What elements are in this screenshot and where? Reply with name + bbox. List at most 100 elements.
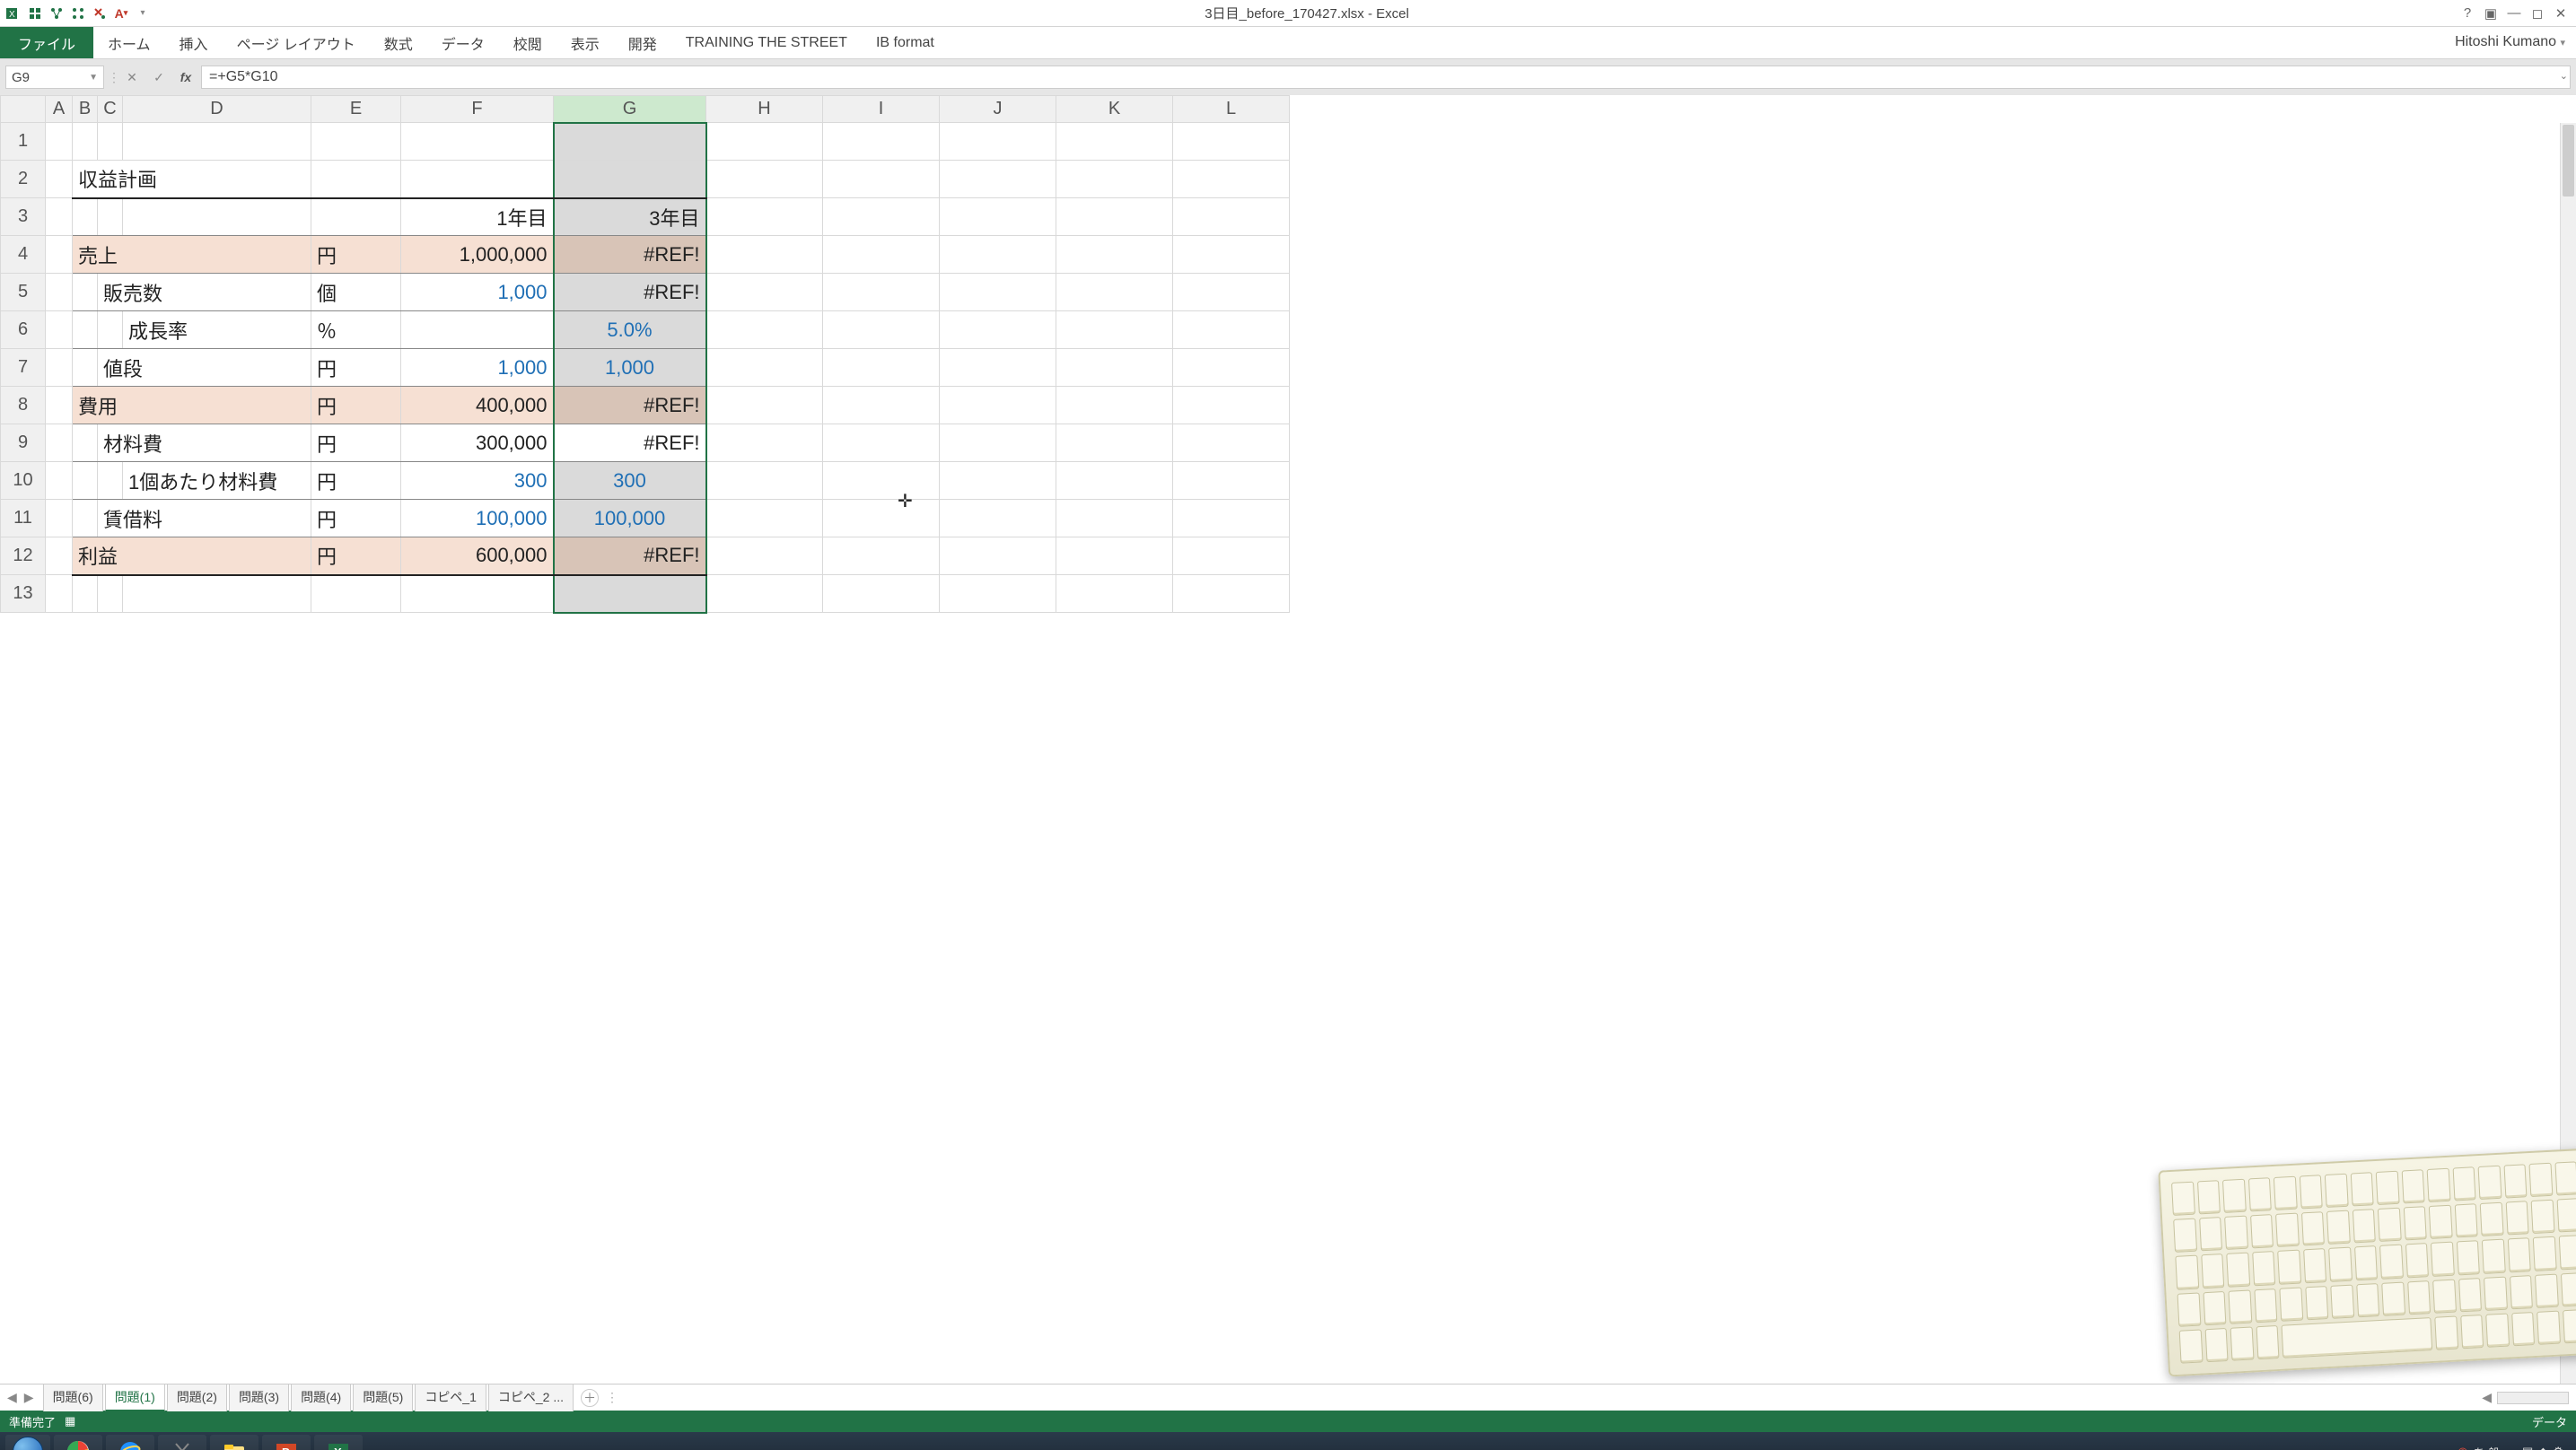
col-header-J[interactable]: J (940, 96, 1056, 123)
chevron-down-icon[interactable]: ▼ (89, 73, 98, 83)
cell-F9[interactable]: 300,000 (401, 424, 554, 462)
cell-K3[interactable] (1056, 198, 1173, 236)
cell-G2[interactable] (554, 161, 706, 198)
cell-F7[interactable]: 1,000 (401, 349, 554, 387)
sheet-tab-3[interactable]: 問題(3) (229, 1384, 289, 1411)
hscroll-left-icon[interactable]: ◀ (2482, 1390, 2492, 1405)
cell-J6[interactable] (940, 311, 1056, 349)
cell-L12[interactable] (1173, 537, 1290, 575)
cell-I9[interactable] (823, 424, 940, 462)
font-color-icon[interactable]: A▾ (113, 5, 129, 22)
tab-file[interactable]: ファイル (0, 27, 93, 58)
cell-D10[interactable]: 1個あたり材料費 (123, 462, 311, 500)
add-sheet-icon[interactable]: ＋ (581, 1389, 599, 1407)
sheet-tab-6[interactable]: コピペ_1 (415, 1384, 486, 1411)
sheet-tab-1[interactable]: 問題(1) (105, 1384, 165, 1411)
cell-E3[interactable] (311, 198, 401, 236)
cell-E8[interactable]: 円 (311, 387, 401, 424)
qat-icon-1[interactable] (27, 5, 43, 22)
cell-J7[interactable] (940, 349, 1056, 387)
sheet-tab-4[interactable]: 問題(4) (291, 1384, 351, 1411)
taskbar-chrome[interactable] (54, 1435, 102, 1450)
cancel-formula-icon[interactable]: ✕ (120, 66, 144, 89)
cell-I1[interactable] (823, 123, 940, 161)
cell-J8[interactable] (940, 387, 1056, 424)
cell-G6[interactable]: 5.0% (554, 311, 706, 349)
cell-I12[interactable] (823, 537, 940, 575)
cell-H2[interactable] (706, 161, 823, 198)
macro-record-icon[interactable]: ▦ (65, 1414, 75, 1428)
cell-B1[interactable] (73, 123, 98, 161)
tab-view[interactable]: 表示 (556, 27, 614, 58)
cell-L8[interactable] (1173, 387, 1290, 424)
tab-formulas[interactable]: 数式 (370, 27, 427, 58)
cell-K11[interactable] (1056, 500, 1173, 537)
cell-H9[interactable] (706, 424, 823, 462)
cell-K7[interactable] (1056, 349, 1173, 387)
start-button[interactable] (5, 1435, 50, 1450)
cell-B4[interactable]: 売上 (73, 236, 311, 274)
cell-G5[interactable]: #REF! (554, 274, 706, 311)
cell-L13[interactable] (1173, 575, 1290, 613)
cell-C10[interactable] (98, 462, 123, 500)
cell-G10[interactable]: 300 (554, 462, 706, 500)
cell-G4[interactable]: #REF! (554, 236, 706, 274)
cell-I2[interactable] (823, 161, 940, 198)
cell-G1[interactable] (554, 123, 706, 161)
tray-icon-3[interactable]: ▤ (2522, 1445, 2533, 1450)
cell-J10[interactable] (940, 462, 1056, 500)
cell-F1[interactable] (401, 123, 554, 161)
cell-I7[interactable] (823, 349, 940, 387)
cell-H12[interactable] (706, 537, 823, 575)
cell-B9[interactable] (73, 424, 98, 462)
cell-F5[interactable]: 1,000 (401, 274, 554, 311)
tray-icon-5[interactable]: ⚙ (2553, 1445, 2563, 1450)
cell-H1[interactable] (706, 123, 823, 161)
cell-I6[interactable] (823, 311, 940, 349)
cell-E9[interactable]: 円 (311, 424, 401, 462)
cell-E12[interactable]: 円 (311, 537, 401, 575)
cell-D6[interactable]: 成長率 (123, 311, 311, 349)
tab-insert[interactable]: 挿入 (165, 27, 223, 58)
row-header-13[interactable]: 13 (1, 575, 46, 613)
cell-A11[interactable] (46, 500, 73, 537)
cell-E1[interactable] (311, 123, 401, 161)
cell-K4[interactable] (1056, 236, 1173, 274)
col-header-C[interactable]: C (98, 96, 123, 123)
cell-C9[interactable]: 材料費 (98, 424, 311, 462)
cell-A12[interactable] (46, 537, 73, 575)
cell-K9[interactable] (1056, 424, 1173, 462)
cell-I3[interactable] (823, 198, 940, 236)
cell-C3[interactable] (98, 198, 123, 236)
sheet-tab-0[interactable]: 問題(6) (43, 1384, 103, 1411)
cell-A4[interactable] (46, 236, 73, 274)
cell-I5[interactable] (823, 274, 940, 311)
row-header-4[interactable]: 4 (1, 236, 46, 274)
ribbon-display-icon[interactable]: ▣ (2481, 5, 2501, 22)
row-header-5[interactable]: 5 (1, 274, 46, 311)
cell-A9[interactable] (46, 424, 73, 462)
cell-L1[interactable] (1173, 123, 1290, 161)
cell-E5[interactable]: 個 (311, 274, 401, 311)
cell-H7[interactable] (706, 349, 823, 387)
cell-K8[interactable] (1056, 387, 1173, 424)
cell-F6[interactable] (401, 311, 554, 349)
insert-function-icon[interactable]: fx (174, 66, 197, 89)
col-header-D[interactable]: D (123, 96, 311, 123)
cell-H6[interactable] (706, 311, 823, 349)
sheet-tab-2[interactable]: 問題(2) (167, 1384, 227, 1411)
select-all-corner[interactable] (1, 96, 46, 123)
row-header-6[interactable]: 6 (1, 311, 46, 349)
cell-K6[interactable] (1056, 311, 1173, 349)
cell-G13[interactable] (554, 575, 706, 613)
tab-ib[interactable]: IB format (862, 27, 949, 58)
cell-K12[interactable] (1056, 537, 1173, 575)
col-header-B[interactable]: B (73, 96, 98, 123)
sheet-tab-5[interactable]: 問題(5) (353, 1384, 413, 1411)
col-header-E[interactable]: E (311, 96, 401, 123)
cell-H3[interactable] (706, 198, 823, 236)
cell-J4[interactable] (940, 236, 1056, 274)
cell-A5[interactable] (46, 274, 73, 311)
row-header-2[interactable]: 2 (1, 161, 46, 198)
cell-H10[interactable] (706, 462, 823, 500)
